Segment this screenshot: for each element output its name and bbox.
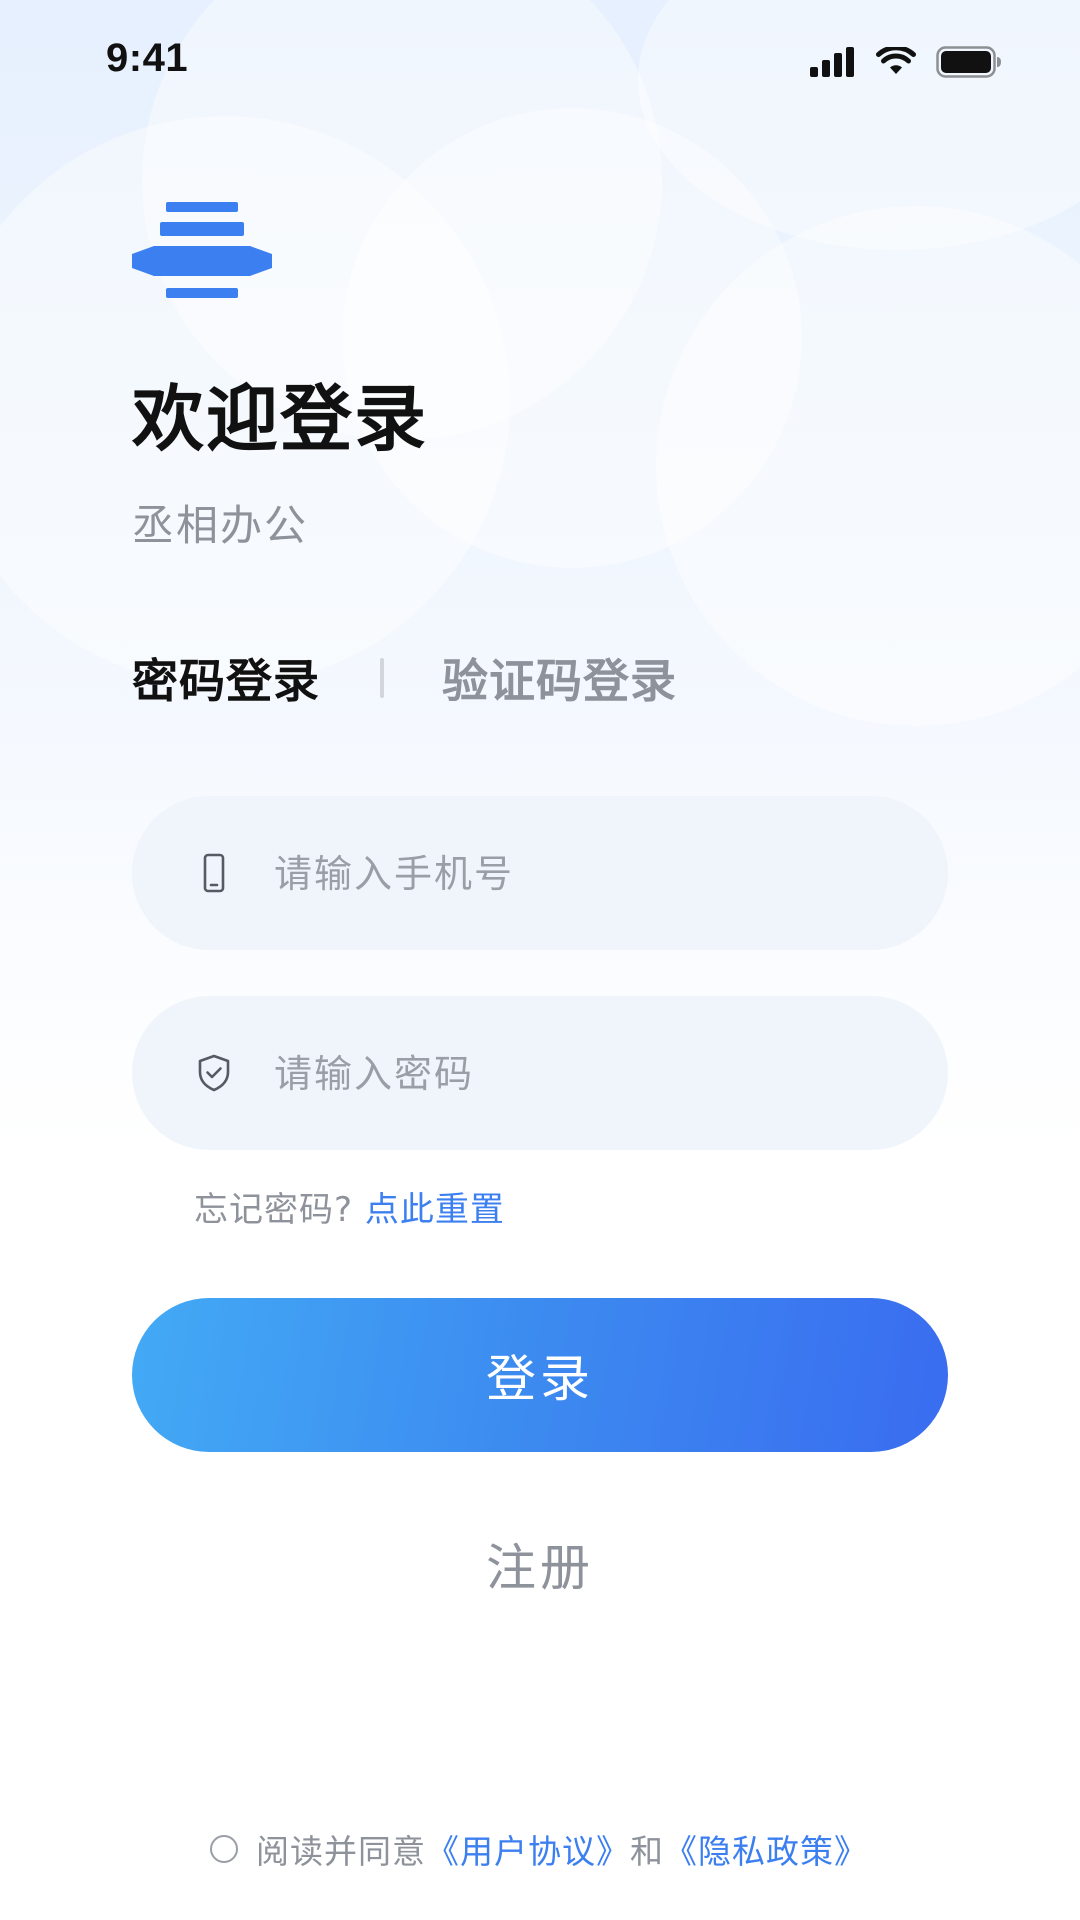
login-tabs: 密码登录 验证码登录 <box>132 646 677 710</box>
signal-icon <box>810 47 854 77</box>
phone-icon <box>203 853 225 893</box>
phone-field[interactable] <box>132 796 948 952</box>
user-agreement-link[interactable]: 《用户协议》 <box>426 1825 630 1873</box>
register-button[interactable]: 注册 <box>132 1528 948 1600</box>
password-input[interactable] <box>272 996 916 1152</box>
shield-icon <box>198 1054 230 1092</box>
login-screen: 9:41 欢迎登录 丞相办公 密码登录 验证码登录 请输入手机号 忘记密码? 点… <box>0 0 1080 1920</box>
tab-password-login[interactable]: 密码登录 <box>132 645 320 711</box>
app-logo <box>132 202 272 298</box>
tab-divider <box>380 658 384 698</box>
forgot-password-row: 忘记密码? 点此重置 <box>194 1182 505 1231</box>
phone-input[interactable] <box>272 796 916 952</box>
battery-icon <box>936 46 1001 78</box>
forgot-password-text: 忘记密码? <box>194 1190 354 1230</box>
agreement-row: 阅读并同意 《用户协议》 和 《隐私政策》 <box>210 1826 868 1872</box>
page-title: 欢迎登录 <box>132 377 429 461</box>
wifi-icon <box>876 47 916 74</box>
page-subtitle: 丞相办公 <box>132 501 309 550</box>
login-button[interactable]: 登录 <box>132 1298 948 1452</box>
password-field[interactable] <box>132 996 948 1152</box>
tab-code-login[interactable]: 验证码登录 <box>442 645 677 711</box>
reset-password-link[interactable]: 点此重置 <box>365 1190 505 1230</box>
status-bar: 9:41 <box>0 0 1080 124</box>
agreement-conjunction: 和 <box>630 1832 664 1871</box>
agreement-prefix: 阅读并同意 <box>256 1832 426 1871</box>
privacy-policy-link[interactable]: 《隐私政策》 <box>664 1825 868 1873</box>
agree-checkbox[interactable] <box>210 1835 238 1863</box>
status-icons <box>810 44 1002 80</box>
status-time: 9:41 <box>106 36 189 80</box>
